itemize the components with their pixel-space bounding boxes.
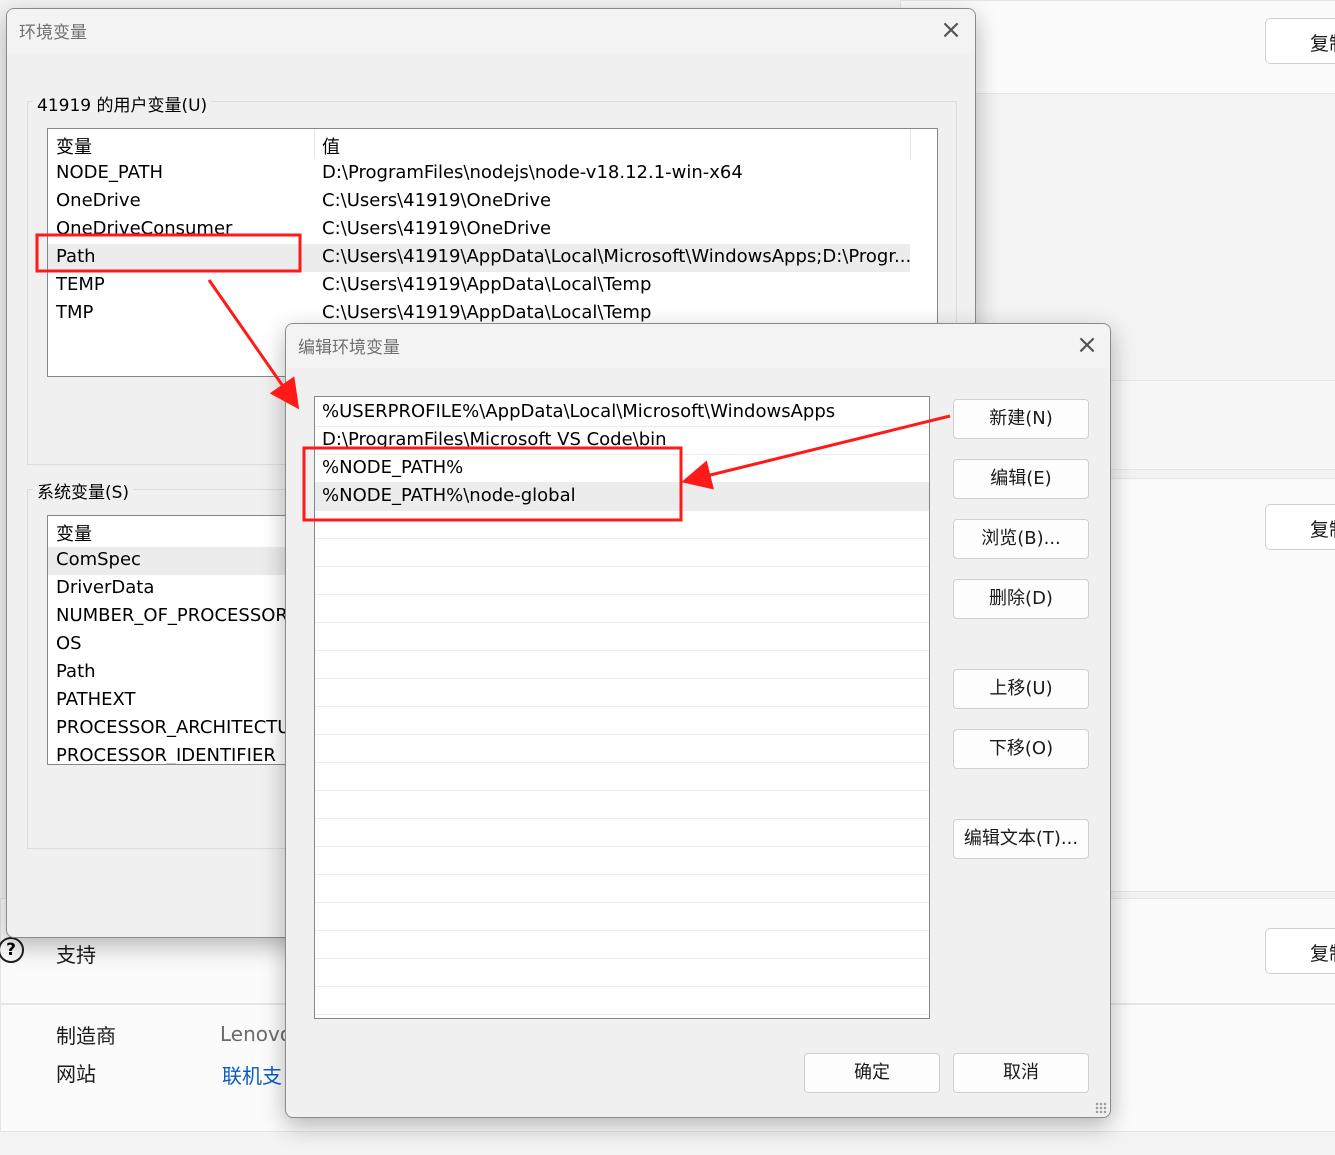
empty-list-row[interactable] — [315, 819, 929, 847]
move-up-button[interactable]: 上移(U) — [953, 669, 1089, 709]
variable-name: NUMBER_OF_PROCESSORS — [56, 605, 300, 626]
manufacturer-label: 制造商 — [56, 1024, 116, 1048]
variable-value: C:\Users\41919\AppData\Local\Temp — [322, 274, 652, 295]
variable-name: NODE_PATH — [56, 162, 164, 183]
variable-value: D:\ProgramFiles\nodejs\node-v18.12.1-win… — [322, 162, 743, 183]
empty-list-row[interactable] — [315, 987, 929, 1015]
empty-list-row[interactable] — [315, 595, 929, 623]
delete-button[interactable]: 删除(D) — [953, 579, 1089, 619]
column-header-value[interactable]: 值 — [322, 133, 340, 159]
empty-list-row[interactable] — [315, 539, 929, 567]
variable-name: OneDriveConsumer — [56, 218, 233, 239]
close-icon[interactable]: × — [938, 17, 964, 44]
variable-name: OneDrive — [56, 190, 141, 211]
variable-name: TMP — [56, 302, 94, 323]
variable-name: PROCESSOR_IDENTIFIER — [56, 745, 276, 765]
empty-list-row[interactable] — [315, 567, 929, 595]
list-header: 变量 值 — [48, 129, 937, 159]
variable-value: C:\Users\41919\OneDrive — [322, 190, 552, 211]
browse-button[interactable]: 浏览(B)... — [953, 519, 1089, 559]
title-bar: 环境变量 × — [7, 9, 975, 53]
empty-list-row[interactable] — [315, 735, 929, 763]
variable-name: OS — [56, 633, 82, 654]
system-variables-label: 系统变量(S) — [33, 478, 134, 503]
copy-button[interactable]: 复制 — [1265, 504, 1335, 550]
empty-list-row[interactable] — [315, 651, 929, 679]
move-down-button[interactable]: 下移(O) — [953, 729, 1089, 769]
edit-environment-variable-dialog: 编辑环境变量 × %USERPROFILE%\AppData\Local\Mic… — [285, 323, 1111, 1118]
table-row-selected[interactable]: Path C:\Users\41919\AppData\Local\Micros… — [48, 244, 912, 272]
copy-button[interactable]: 复制 — [1265, 18, 1335, 64]
variable-name: PATHEXT — [56, 689, 136, 710]
user-variables-label: 41919 的用户变量(U) — [33, 91, 212, 116]
empty-list-row[interactable] — [315, 679, 929, 707]
empty-list-row[interactable] — [315, 763, 929, 791]
variable-name: TEMP — [56, 274, 105, 295]
variable-name: ComSpec — [56, 549, 141, 570]
table-row[interactable]: TEMP C:\Users\41919\AppData\Local\Temp — [48, 272, 937, 300]
table-row[interactable]: OneDrive C:\Users\41919\OneDrive — [48, 188, 937, 216]
dialog-title: 环境变量 — [19, 23, 87, 43]
variable-value: C:\Users\41919\AppData\Local\Temp — [322, 302, 652, 323]
list-item[interactable]: D:\ProgramFiles\Microsoft VS Code\bin — [315, 427, 929, 455]
dialog-title: 编辑环境变量 — [298, 338, 400, 358]
table-row[interactable]: OneDriveConsumer C:\Users\41919\OneDrive — [48, 216, 937, 244]
variable-value: C:\Users\41919\AppData\Local\Microsoft\W… — [322, 246, 912, 267]
empty-list-row[interactable] — [315, 903, 929, 931]
list-item[interactable]: %NODE_PATH% — [315, 455, 929, 483]
title-bar: 编辑环境变量 × — [286, 324, 1110, 368]
new-button[interactable]: 新建(N) — [953, 399, 1089, 439]
list-item[interactable]: %USERPROFILE%\AppData\Local\Microsoft\Wi… — [315, 399, 929, 427]
cancel-button[interactable]: 取消 — [953, 1053, 1089, 1093]
support-heading: 支持 — [56, 943, 96, 967]
empty-list-row[interactable] — [315, 847, 929, 875]
manufacturer-value: Lenovo — [220, 1022, 293, 1046]
edit-button[interactable]: 编辑(E) — [953, 459, 1089, 499]
variable-name: Path — [56, 661, 96, 682]
path-entries-list[interactable]: %USERPROFILE%\AppData\Local\Microsoft\Wi… — [314, 396, 930, 1019]
list-item-selected[interactable]: %NODE_PATH%\node-global — [315, 483, 929, 511]
empty-list-row[interactable] — [315, 511, 929, 539]
empty-list-row[interactable] — [315, 623, 929, 651]
empty-list-row[interactable] — [315, 707, 929, 735]
ok-button[interactable]: 确定 — [804, 1053, 940, 1093]
website-label: 网站 — [56, 1062, 96, 1086]
empty-list-row[interactable] — [315, 791, 929, 819]
close-icon[interactable]: × — [1074, 332, 1100, 359]
empty-list-row[interactable] — [315, 959, 929, 987]
website-link[interactable]: 联机支 — [222, 1060, 282, 1089]
variable-name: Path — [56, 246, 96, 267]
empty-list-row[interactable] — [315, 875, 929, 903]
column-header-variable[interactable]: 变量 — [56, 520, 92, 546]
resize-grip-icon[interactable] — [1095, 1102, 1107, 1114]
variable-name: DriverData — [56, 577, 155, 598]
column-header-variable[interactable]: 变量 — [56, 133, 92, 159]
copy-button[interactable]: 复制 — [1265, 928, 1335, 974]
edit-text-button[interactable]: 编辑文本(T)... — [953, 819, 1089, 859]
table-row[interactable]: NODE_PATH D:\ProgramFiles\nodejs\node-v1… — [48, 160, 937, 188]
variable-value: C:\Users\41919\OneDrive — [322, 218, 552, 239]
variable-name: PROCESSOR_ARCHITECTURE — [56, 717, 315, 738]
empty-list-row[interactable] — [315, 931, 929, 959]
